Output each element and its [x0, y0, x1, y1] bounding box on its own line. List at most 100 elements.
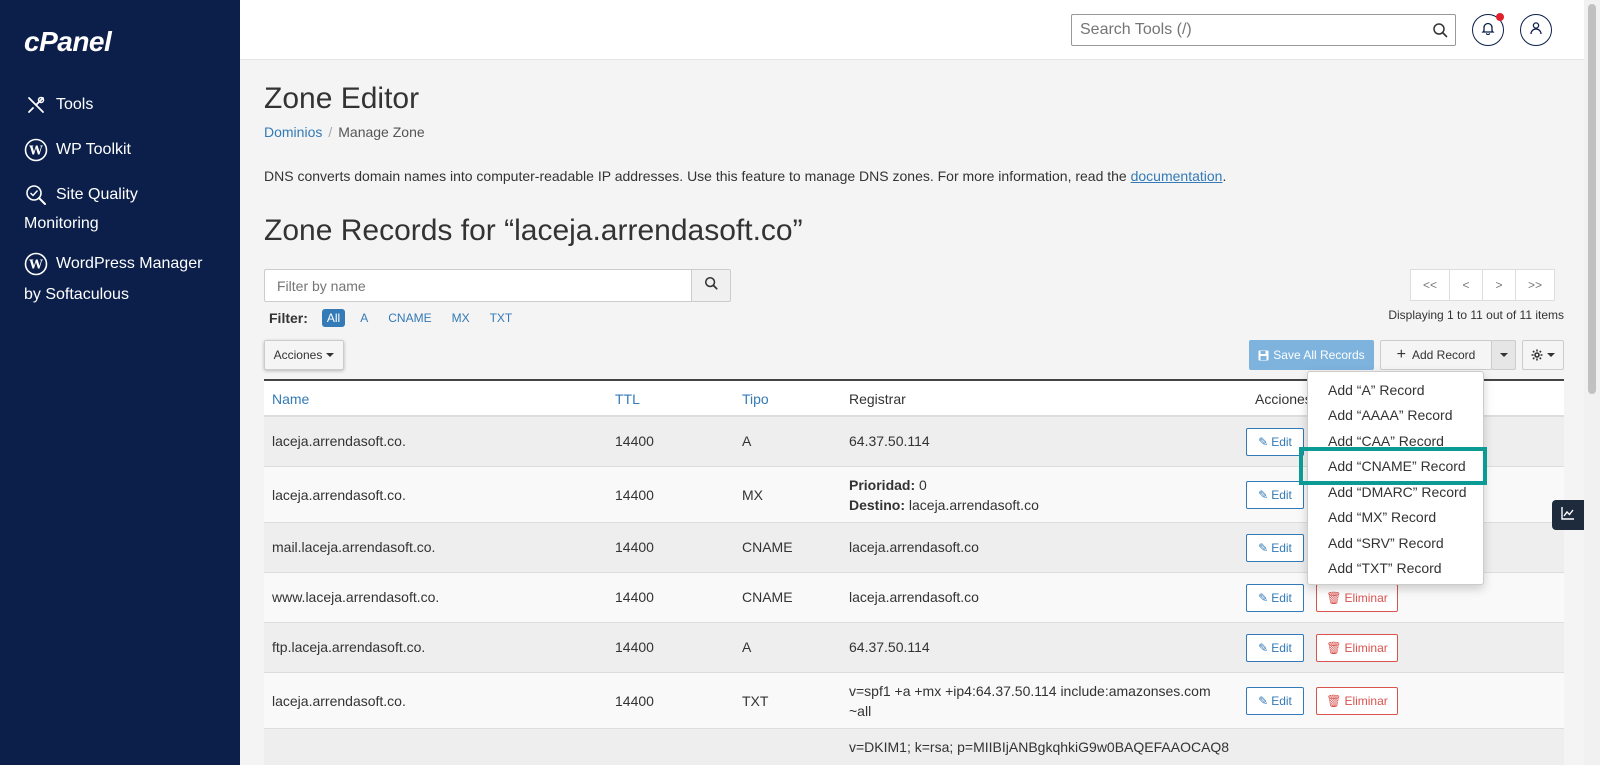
filter-chip-a[interactable]: A [355, 309, 373, 327]
add-mx-record-item[interactable]: Add “MX” Record [1308, 505, 1483, 531]
delete-button[interactable]: 🗑 Eliminar [1316, 634, 1398, 662]
filter-search-button[interactable] [692, 269, 731, 302]
add-aaaa-record-item[interactable]: Add “AAAA” Record [1308, 403, 1483, 429]
edit-button[interactable]: ✎ Edit [1246, 481, 1304, 509]
sidebar-item-label: WordPress Manager [56, 255, 203, 272]
record-ttl: 14400 [615, 539, 654, 555]
record-value-line1: v=spf1 +a +mx +ip4:64.37.50.114 include:… [849, 683, 1211, 699]
edit-label: Edit [1271, 541, 1292, 555]
edit-label: Edit [1271, 591, 1292, 605]
edit-label: Edit [1271, 435, 1292, 449]
scroll-thumb[interactable] [1588, 4, 1596, 394]
filter-by-name-input[interactable] [264, 269, 692, 302]
sidebar-item-label: Site Quality [56, 186, 138, 203]
column-header-name[interactable]: Name [272, 391, 309, 407]
breadcrumb-dominios[interactable]: Dominios [264, 124, 322, 140]
record-type: MX [742, 487, 763, 503]
record-value: v=DKIM1; k=rsa; p=MIIBIjANBgkqhkiG9w0BAQ… [849, 739, 1230, 755]
edit-label: Edit [1271, 488, 1292, 502]
record-type: CNAME [742, 589, 793, 605]
pager-prev-button[interactable]: < [1449, 269, 1483, 301]
add-record-button[interactable]: + Add Record [1380, 340, 1492, 370]
prioridad-value: 0 [919, 477, 927, 493]
sidebar-item-wp-toolkit[interactable]: W WP Toolkit [24, 138, 131, 162]
svg-text:W: W [28, 144, 43, 158]
table-row: v=DKIM1; k=rsa; p=MIIBIjANBgkqhkiG9w0BAQ… [264, 729, 1564, 765]
save-icon [1258, 350, 1269, 361]
column-header-tipo[interactable]: Tipo [742, 391, 769, 407]
search-tools-input[interactable] [1072, 16, 1425, 44]
delete-button[interactable]: 🗑 Eliminar [1316, 584, 1398, 612]
bell-icon [1481, 21, 1495, 40]
trash-icon: 🗑 [1326, 694, 1342, 708]
filter-chip-all[interactable]: All [321, 309, 346, 327]
pagination: << < > >> [1410, 269, 1555, 301]
edit-button[interactable]: ✎ Edit [1246, 428, 1304, 456]
delete-label: Eliminar [1344, 694, 1388, 708]
pencil-icon: ✎ [1258, 435, 1269, 449]
notification-dot [1496, 13, 1504, 21]
record-name: mail.laceja.arrendasoft.co. [272, 539, 436, 555]
settings-button[interactable] [1522, 340, 1564, 370]
filter-chip-mx[interactable]: MX [447, 309, 475, 327]
add-caa-record-item[interactable]: Add “CAA” Record [1308, 428, 1483, 454]
sidebar-item-label-cont[interactable]: Monitoring [24, 215, 99, 233]
record-type: CNAME [742, 539, 793, 555]
column-header-ttl[interactable]: TTL [615, 391, 640, 407]
record-ttl: 14400 [615, 487, 654, 503]
user-menu-button[interactable] [1520, 14, 1552, 46]
caret-down-icon [326, 353, 335, 357]
sidebar-item-label-cont[interactable]: by Softaculous [24, 286, 129, 304]
sidebar: cPanel Tools W WP Toolkit Site Quality M… [0, 0, 240, 765]
sidebar-item-site-quality[interactable]: Site Quality [24, 183, 138, 207]
type-filter-row: Filter: All A CNAME MX TXT [269, 309, 527, 327]
search-icon[interactable] [1425, 22, 1455, 38]
add-record-dropdown: Add “A” Record Add “AAAA” Record Add “CA… [1307, 371, 1484, 585]
add-srv-record-item[interactable]: Add “SRV” Record [1308, 530, 1483, 556]
filter-by-name-group [264, 269, 731, 302]
edit-button[interactable]: ✎ Edit [1246, 634, 1304, 662]
add-cname-record-item[interactable]: Add “CNAME” Record [1308, 454, 1483, 480]
pager-first-button[interactable]: << [1410, 269, 1450, 301]
delete-button[interactable]: 🗑 Eliminar [1316, 687, 1398, 715]
record-name: laceja.arrendasoft.co. [272, 433, 406, 449]
record-name: www.laceja.arrendasoft.co. [272, 589, 440, 605]
add-txt-record-item[interactable]: Add “TXT” Record [1308, 556, 1483, 582]
svg-text:W: W [28, 258, 43, 272]
page-scrollbar[interactable] [1584, 0, 1600, 765]
edit-button[interactable]: ✎ Edit [1246, 534, 1304, 562]
save-all-records-button[interactable]: Save All Records [1249, 340, 1374, 370]
filter-chip-cname[interactable]: CNAME [383, 309, 436, 327]
pencil-icon: ✎ [1258, 541, 1269, 555]
stats-side-button[interactable] [1552, 500, 1584, 530]
edit-label: Edit [1271, 641, 1292, 655]
pager-last-button[interactable]: >> [1515, 269, 1555, 301]
save-all-label: Save All Records [1273, 348, 1365, 362]
site-quality-icon [24, 183, 48, 207]
sidebar-item-wordpress-manager[interactable]: W WordPress Manager [24, 252, 202, 276]
cpanel-logo[interactable]: cPanel [24, 26, 112, 58]
acciones-button[interactable]: Acciones [264, 340, 344, 370]
pager-next-button[interactable]: > [1482, 269, 1516, 301]
edit-label: Edit [1271, 694, 1292, 708]
edit-button[interactable]: ✎ Edit [1246, 687, 1304, 715]
record-value: laceja.arrendasoft.co [849, 589, 979, 605]
documentation-link[interactable]: documentation [1131, 168, 1223, 184]
add-record-dropdown-toggle[interactable] [1491, 340, 1516, 370]
pencil-icon: ✎ [1258, 694, 1269, 708]
notifications-button[interactable] [1472, 13, 1504, 46]
record-type: A [742, 639, 752, 655]
user-icon [1529, 21, 1543, 40]
record-ttl: 14400 [615, 589, 654, 605]
description-text: DNS converts domain names into computer-… [264, 168, 1131, 184]
column-header-registrar: Registrar [849, 391, 906, 407]
sidebar-item-tools[interactable]: Tools [24, 93, 93, 117]
add-dmarc-record-item[interactable]: Add “DMARC” Record [1308, 479, 1483, 505]
prioridad-label: Prioridad: [849, 477, 916, 493]
edit-button[interactable]: ✎ Edit [1246, 584, 1304, 612]
breadcrumb-separator: / [328, 124, 333, 140]
record-name: laceja.arrendasoft.co. [272, 487, 406, 503]
filter-chip-txt[interactable]: TXT [485, 309, 518, 327]
page-title: Zone Editor [264, 82, 420, 115]
add-a-record-item[interactable]: Add “A” Record [1308, 377, 1483, 403]
